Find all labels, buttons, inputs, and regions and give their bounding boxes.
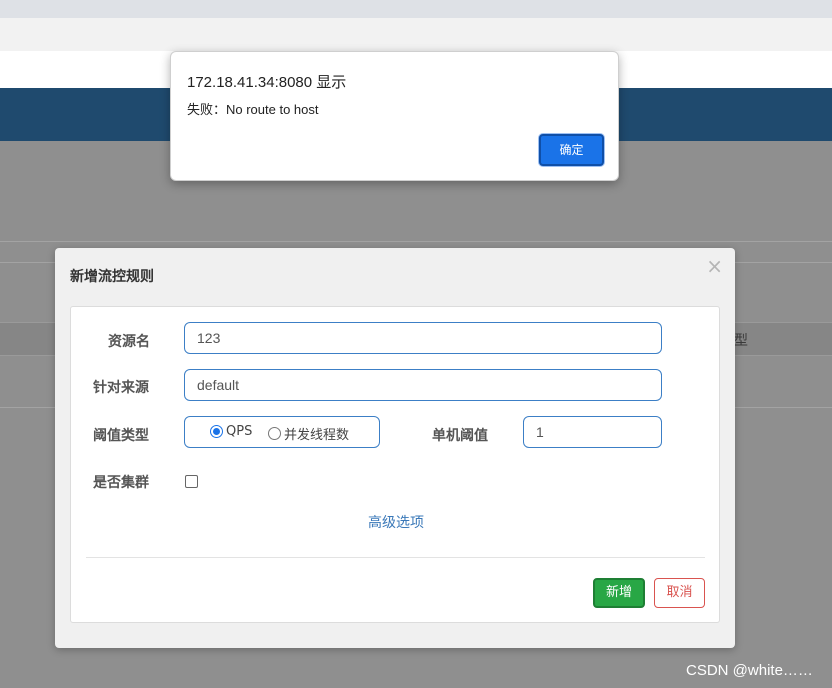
alert-ok-button[interactable]: 确定 bbox=[539, 134, 604, 166]
radio-selected-icon bbox=[210, 425, 223, 438]
radio-concurrent-threads-label: 并发线程数 bbox=[284, 428, 350, 443]
advanced-options-link[interactable]: 高级选项 bbox=[71, 512, 721, 532]
modal-title: 新增流控规则 bbox=[70, 269, 154, 285]
single-threshold-input[interactable]: 1 bbox=[523, 416, 662, 448]
background-column-header: 型 bbox=[734, 333, 748, 349]
add-button[interactable]: 新增 bbox=[593, 578, 645, 608]
close-icon[interactable]: × bbox=[706, 254, 723, 278]
cluster-checkbox[interactable] bbox=[185, 475, 198, 488]
radio-qps-label: QPS bbox=[226, 424, 253, 439]
radio-qps[interactable]: QPS bbox=[210, 424, 252, 439]
source-label: 针对来源 bbox=[93, 380, 149, 396]
single-threshold-label: 单机阈值 bbox=[432, 428, 488, 444]
form-divider bbox=[86, 557, 705, 558]
threshold-type-radio-group: QPS 并发线程数 bbox=[184, 416, 380, 448]
background-divider bbox=[0, 241, 832, 242]
radio-concurrent-threads[interactable]: 并发线程数 bbox=[268, 424, 349, 443]
radio-unselected-icon bbox=[268, 427, 281, 440]
browser-tab-strip bbox=[0, 0, 832, 18]
threshold-type-label: 阈值类型 bbox=[93, 428, 149, 444]
browser-alert-dialog: 172.18.41.34:8080 显示 失败：No route to host… bbox=[170, 51, 619, 181]
resource-name-input[interactable]: 123 bbox=[184, 322, 662, 354]
add-flow-rule-modal: 新增流控规则 × 资源名 123 针对来源 default 阈值类型 QPS 并… bbox=[55, 248, 735, 648]
cluster-label: 是否集群 bbox=[93, 475, 149, 491]
source-input[interactable]: default bbox=[184, 369, 662, 401]
cancel-button[interactable]: 取消 bbox=[654, 578, 705, 608]
watermark: CSDN @white…… bbox=[686, 662, 813, 679]
alert-title: 172.18.41.34:8080 显示 bbox=[187, 74, 347, 91]
modal-form-panel: 资源名 123 针对来源 default 阈值类型 QPS 并发线程数 单机阈值… bbox=[70, 306, 720, 623]
alert-message: 失败：No route to host bbox=[187, 102, 319, 117]
browser-toolbar bbox=[0, 18, 832, 51]
resource-name-label: 资源名 bbox=[108, 334, 150, 350]
